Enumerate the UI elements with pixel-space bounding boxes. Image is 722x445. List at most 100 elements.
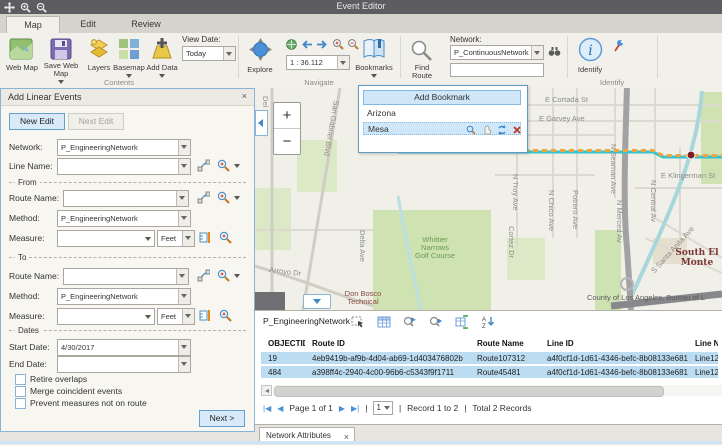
next-edit-button[interactable]: Next Edit bbox=[68, 113, 124, 130]
network-caret-icon[interactable] bbox=[531, 46, 543, 59]
scale-caret-icon[interactable] bbox=[337, 56, 349, 69]
horizontal-scrollbar[interactable] bbox=[261, 385, 722, 396]
identify-icon[interactable]: i bbox=[578, 37, 603, 62]
end-date-input[interactable] bbox=[57, 356, 191, 373]
start-date-input[interactable]: 4/30/2017 bbox=[57, 339, 191, 356]
bookmark-item-arizona[interactable]: Arizona bbox=[363, 107, 521, 120]
prevent-measures-checkbox[interactable] bbox=[15, 398, 26, 409]
prev-page-button[interactable]: ◀ bbox=[277, 404, 283, 413]
table-row[interactable]: 484 a398ff4c-2940-4c00-96b6-c5343f9f1711… bbox=[261, 366, 718, 378]
line-name-input[interactable] bbox=[57, 158, 191, 175]
binoculars-icon[interactable] bbox=[548, 45, 561, 58]
last-page-button[interactable]: ▶| bbox=[351, 404, 359, 413]
to-measure-zoom-icon[interactable] bbox=[219, 309, 232, 322]
bookmarks-button[interactable]: Bookmarks bbox=[350, 64, 398, 72]
to-measure-tool-icon[interactable] bbox=[199, 309, 212, 322]
caret-icon[interactable] bbox=[178, 159, 190, 174]
merge-coincident-checkbox[interactable] bbox=[15, 386, 26, 397]
from-unit-select[interactable]: Feet bbox=[157, 230, 195, 247]
zoom-to-selected-icon[interactable] bbox=[403, 315, 417, 329]
add-bookmark-button[interactable]: Add Bookmark bbox=[363, 90, 521, 105]
page-select[interactable]: 1 bbox=[373, 401, 392, 415]
from-select-route-icon[interactable] bbox=[197, 191, 210, 204]
scrollbar-thumb[interactable] bbox=[274, 386, 664, 397]
caret-icon[interactable] bbox=[176, 269, 188, 284]
ribbon-zoom-out-icon[interactable] bbox=[347, 38, 359, 50]
from-measure-zoom-icon[interactable] bbox=[219, 231, 232, 244]
caret-icon[interactable] bbox=[178, 140, 190, 155]
from-measure-input[interactable] bbox=[57, 230, 155, 247]
find-route-button[interactable]: Find Route bbox=[404, 64, 440, 80]
to-zoom-caret-icon[interactable] bbox=[234, 274, 240, 278]
explore-icon[interactable] bbox=[248, 37, 273, 62]
bookmark-item-mesa[interactable]: Mesa bbox=[363, 122, 521, 135]
web-map-icon[interactable] bbox=[9, 38, 33, 60]
back-arrow-icon[interactable] bbox=[301, 39, 313, 50]
forward-arrow-icon[interactable] bbox=[316, 39, 328, 50]
bookmark-zoom-icon[interactable] bbox=[466, 125, 476, 135]
zoom-options-caret-icon[interactable] bbox=[234, 164, 240, 168]
add-data-button[interactable]: Add Data bbox=[140, 64, 184, 72]
to-zoom-route-icon[interactable] bbox=[217, 269, 230, 282]
bookmark-refresh-icon[interactable] bbox=[497, 125, 507, 135]
new-edit-button[interactable]: New Edit bbox=[9, 113, 65, 130]
table-row[interactable]: 19 4eb9419b-af9b-4d04-ab69-1d403476802b … bbox=[261, 352, 718, 364]
from-method-select[interactable]: P_EngineeringNetwork bbox=[57, 210, 191, 227]
view-date-caret-icon[interactable] bbox=[223, 47, 235, 60]
panel-close-button[interactable]: × bbox=[242, 91, 247, 101]
find-route-value-input[interactable] bbox=[450, 63, 544, 77]
previous-extent-globe-icon[interactable] bbox=[286, 39, 297, 50]
layers-icon[interactable] bbox=[88, 38, 110, 60]
column-header-route-id[interactable]: Route ID bbox=[305, 337, 470, 349]
to-select-route-icon[interactable] bbox=[197, 269, 210, 282]
save-web-map-icon[interactable] bbox=[50, 38, 72, 60]
add-data-icon[interactable] bbox=[150, 37, 174, 60]
first-page-button[interactable]: |◀ bbox=[263, 404, 271, 413]
scroll-left-arrow[interactable] bbox=[261, 385, 272, 396]
panel-network-select[interactable]: P_EngineeringNetwork bbox=[57, 139, 191, 156]
caret-icon[interactable] bbox=[178, 211, 190, 226]
column-header-line-id[interactable]: Line ID bbox=[540, 337, 688, 349]
table-icon[interactable] bbox=[377, 315, 391, 329]
identify-button[interactable]: Identify bbox=[568, 66, 612, 74]
bookmarks-icon[interactable] bbox=[362, 37, 386, 61]
map-zoom-out-button[interactable]: − bbox=[274, 129, 300, 154]
to-unit-select[interactable]: Feet bbox=[157, 308, 195, 325]
tab-map[interactable]: Map bbox=[6, 16, 60, 34]
find-route-icon[interactable] bbox=[410, 39, 433, 62]
column-header-line-name[interactable]: Line Name bbox=[688, 337, 718, 349]
to-method-select[interactable]: P_EngineeringNetwork bbox=[57, 288, 191, 305]
pin-icon[interactable] bbox=[613, 39, 626, 52]
scale-select[interactable]: 1 : 36.112 bbox=[286, 55, 350, 70]
retire-overlaps-checkbox[interactable] bbox=[15, 374, 26, 385]
from-measure-tool-icon[interactable] bbox=[199, 231, 212, 244]
column-header-route-name[interactable]: Route Name bbox=[470, 337, 540, 349]
collapse-table-button[interactable] bbox=[303, 294, 331, 309]
from-zoom-route-icon[interactable] bbox=[217, 191, 230, 204]
tab-review[interactable]: Review bbox=[118, 16, 174, 33]
bookmark-pan-icon[interactable] bbox=[482, 125, 492, 135]
to-measure-input[interactable] bbox=[57, 308, 155, 325]
column-header-objectid[interactable]: OBJECTID bbox=[261, 337, 305, 349]
caret-icon[interactable] bbox=[182, 231, 194, 246]
caret-icon[interactable] bbox=[178, 357, 190, 372]
zoom-to-line-icon[interactable] bbox=[217, 159, 230, 172]
tab-edit[interactable]: Edit bbox=[62, 16, 114, 33]
caret-icon[interactable] bbox=[145, 315, 151, 319]
view-date-select[interactable]: Today bbox=[182, 46, 236, 61]
sort-icon[interactable]: AZ bbox=[481, 315, 495, 329]
caret-icon[interactable] bbox=[176, 191, 188, 206]
switch-selection-icon[interactable] bbox=[455, 315, 469, 329]
from-route-name-input[interactable] bbox=[63, 190, 189, 207]
caret-icon[interactable] bbox=[178, 289, 190, 304]
caret-icon[interactable] bbox=[178, 340, 190, 355]
ribbon-zoom-in-icon[interactable] bbox=[332, 38, 344, 50]
bookmark-delete-icon[interactable] bbox=[512, 125, 522, 135]
network-select[interactable]: P_ContinuousNetwork bbox=[450, 45, 544, 60]
pan-to-selected-icon[interactable] bbox=[429, 315, 443, 329]
to-route-name-input[interactable] bbox=[63, 268, 189, 285]
caret-icon[interactable] bbox=[145, 237, 151, 241]
collapse-left-panel-button[interactable] bbox=[255, 110, 268, 136]
next-button[interactable]: Next > bbox=[199, 410, 245, 427]
map-zoom-in-button[interactable]: + bbox=[274, 103, 300, 129]
